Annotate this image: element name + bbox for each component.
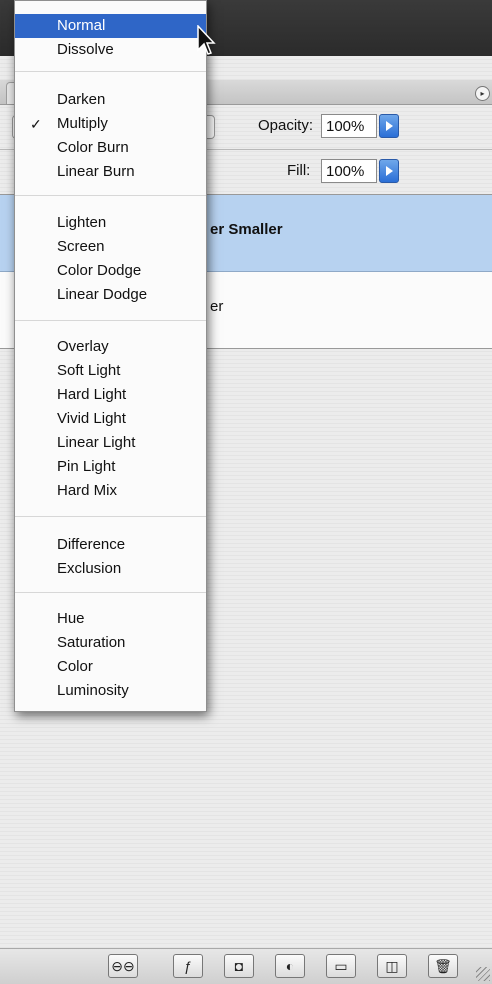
layer-style-icon[interactable]: ƒ <box>173 954 203 978</box>
menu-item-dissolve[interactable]: Dissolve <box>15 38 206 62</box>
menu-item-luminosity[interactable]: Luminosity <box>15 679 206 703</box>
layer-mask-icon[interactable]: ◘ <box>224 954 254 978</box>
menu-separator <box>15 195 206 196</box>
menu-item-linear-light[interactable]: Linear Light <box>15 431 206 455</box>
fill-field[interactable]: 100% <box>321 159 377 183</box>
layer-name: er <box>210 298 224 315</box>
menu-item-linear-dodge[interactable]: Linear Dodge <box>15 283 206 307</box>
menu-separator <box>15 516 206 517</box>
new-layer-icon[interactable]: ◫ <box>377 954 407 978</box>
fill-stepper[interactable] <box>379 159 399 183</box>
menu-item-hue[interactable]: Hue <box>15 607 206 631</box>
opacity-stepper[interactable] <box>379 114 399 138</box>
layer-name: er Smaller <box>210 221 283 238</box>
menu-item-hard-light[interactable]: Hard Light <box>15 383 206 407</box>
menu-item-multiply[interactable]: ✓ Multiply <box>15 112 206 136</box>
fill-label: Fill: <box>287 162 311 179</box>
trash-icon[interactable]: 🗑 <box>428 954 458 978</box>
menu-separator <box>15 320 206 321</box>
menu-item-difference[interactable]: Difference <box>15 533 206 557</box>
menu-separator <box>15 592 206 593</box>
opacity-label: Opacity: <box>258 117 314 134</box>
menu-item-vivid-light[interactable]: Vivid Light <box>15 407 206 431</box>
menu-item-hard-mix[interactable]: Hard Mix <box>15 479 206 503</box>
menu-item-linear-burn[interactable]: Linear Burn <box>15 160 206 184</box>
layers-bottom-toolbar: ⊖⊖ ƒ ◘ ◐ ▭ ◫ 🗑 <box>0 948 492 984</box>
mouse-cursor-icon <box>197 25 216 55</box>
opacity-field[interactable]: 100% <box>321 114 377 138</box>
menu-separator <box>15 71 206 72</box>
menu-item-pin-light[interactable]: Pin Light <box>15 455 206 479</box>
menu-item-exclusion[interactable]: Exclusion <box>15 557 206 581</box>
menu-item-color-dodge[interactable]: Color Dodge <box>15 259 206 283</box>
blend-mode-menu: Normal Dissolve Darken ✓ Multiply Color … <box>14 0 207 712</box>
panel-menu-icon[interactable]: ▸ <box>475 86 490 101</box>
menu-item-soft-light[interactable]: Soft Light <box>15 359 206 383</box>
menu-item-screen[interactable]: Screen <box>15 235 206 259</box>
adjustment-layer-icon[interactable]: ◐ <box>275 954 305 978</box>
folder-icon[interactable]: ▭ <box>326 954 356 978</box>
menu-item-color[interactable]: Color <box>15 655 206 679</box>
link-icon[interactable]: ⊖⊖ <box>108 954 138 978</box>
menu-item-overlay[interactable]: Overlay <box>15 335 206 359</box>
menu-item-darken[interactable]: Darken <box>15 88 206 112</box>
menu-item-color-burn[interactable]: Color Burn <box>15 136 206 160</box>
menu-item-saturation[interactable]: Saturation <box>15 631 206 655</box>
menu-item-label: Multiply <box>57 115 108 132</box>
resize-grip-icon[interactable] <box>476 967 490 981</box>
menu-item-lighten[interactable]: Lighten <box>15 211 206 235</box>
menu-item-normal[interactable]: Normal <box>15 14 206 38</box>
checkmark-icon: ✓ <box>30 116 42 132</box>
